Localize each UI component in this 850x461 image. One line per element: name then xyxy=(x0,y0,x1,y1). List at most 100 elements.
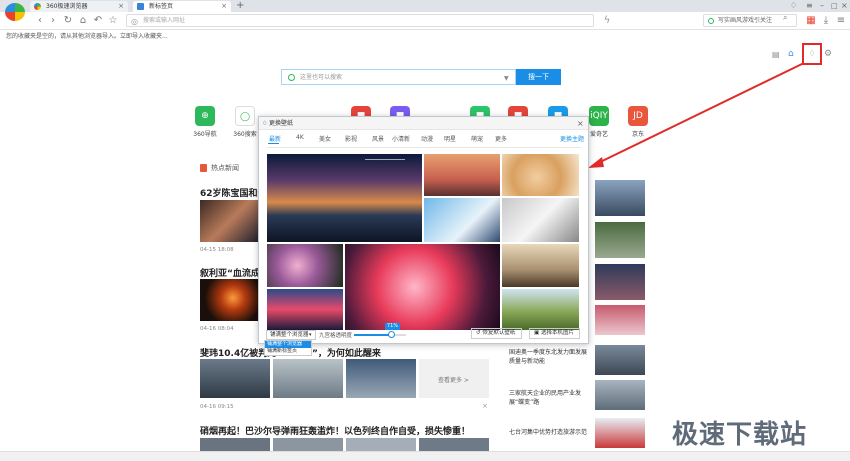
shortcut-icon[interactable]: ◯ xyxy=(235,106,255,126)
news-image[interactable] xyxy=(200,438,270,451)
dropdown-option[interactable]: 铺满整个浏览器 xyxy=(265,341,311,348)
news-image[interactable] xyxy=(200,200,260,242)
side-news-image[interactable] xyxy=(595,418,645,448)
wallpaper-category-tab[interactable]: 最新 xyxy=(269,134,281,143)
close-icon[interactable]: × xyxy=(577,117,584,130)
dropdown-option[interactable]: 铺满新标签页 xyxy=(265,348,311,355)
wallpaper-thumb-lotus[interactable] xyxy=(267,244,343,287)
news-title-tail[interactable]: ”，为何如此醒来 xyxy=(312,346,381,359)
grid-icon[interactable]: ▦ xyxy=(805,15,817,27)
back-icon[interactable]: ‹ xyxy=(34,15,46,27)
wallpaper-thumb-anime[interactable] xyxy=(345,244,500,330)
slider-handle[interactable] xyxy=(387,331,395,338)
wallpaper-thumb-fantasy[interactable] xyxy=(267,289,343,330)
slider-value-tooltip: 71% xyxy=(384,323,401,330)
toolbar-search-text: 写实画风游戏引关注 xyxy=(718,17,773,24)
shortcut-icon[interactable]: JD xyxy=(628,106,648,126)
wallpaper-category-tab[interactable]: 更多 xyxy=(495,134,507,143)
tab-new-tab[interactable]: 新标签页 × xyxy=(133,1,231,12)
undo-icon[interactable]: ↶ xyxy=(92,15,104,27)
wallpaper-thumb-city-night[interactable] xyxy=(267,154,422,242)
news-time: 04-16 08:04 xyxy=(200,326,234,332)
wallpaper-category-tab[interactable]: 明星 xyxy=(444,134,456,143)
favorites-bar[interactable]: 您的收藏夹是空的，请从其他浏览器导入。立即导入收藏夹... xyxy=(0,31,850,43)
transparency-label: 九宫格透明度 xyxy=(319,333,353,339)
menu-lines-icon[interactable]: ≡ xyxy=(835,15,847,27)
download-icon[interactable]: ⤓ xyxy=(820,15,832,27)
hot-news-title: 热点新闻 xyxy=(211,164,239,172)
change-theme-link[interactable]: 更换主题 xyxy=(560,134,584,143)
home-shortcut-icon[interactable]: ⌂ xyxy=(788,49,794,59)
minimize-icon[interactable]: – xyxy=(820,0,824,12)
wallpaper-thumb-cat[interactable] xyxy=(502,154,579,196)
address-placeholder: 搜索或输入网址 xyxy=(143,17,186,24)
wallpaper-thumb-woman-white[interactable] xyxy=(502,198,579,242)
wallpaper-thumb-pagoda[interactable] xyxy=(424,154,500,196)
menu-icon[interactable]: ≡ xyxy=(806,0,813,12)
wallpaper-category-tab[interactable]: 影视 xyxy=(345,134,357,143)
wallpaper-category-tab[interactable]: 萌宠 xyxy=(471,134,483,143)
slider-fill xyxy=(354,334,391,336)
home-icon[interactable]: ⌂ xyxy=(77,15,89,27)
fill-mode-dropdown: 铺满整个浏览器 铺满新标签页 xyxy=(264,340,312,356)
fill-mode-select[interactable]: 铺满整个浏览器 ▾ xyxy=(266,330,316,340)
close-icon[interactable]: × xyxy=(221,1,227,12)
wallpaper-category-tab[interactable]: 小清新 xyxy=(392,134,410,143)
maximize-icon[interactable]: □ xyxy=(831,0,838,12)
wallpaper-category-tab[interactable]: 动漫 xyxy=(421,134,433,143)
search-icon[interactable]: ⌕ xyxy=(783,13,787,23)
search-button[interactable]: 搜一下 xyxy=(516,69,561,85)
news-image[interactable] xyxy=(419,438,489,451)
shortcut-icon[interactable]: iQIY xyxy=(589,106,609,126)
side-news-image[interactable] xyxy=(595,264,645,300)
address-bar[interactable]: ◎ 搜索或输入网址 xyxy=(126,14,594,27)
wallpaper-thumb-field[interactable] xyxy=(502,289,579,330)
news-image[interactable] xyxy=(200,359,270,398)
close-icon[interactable]: × xyxy=(482,402,488,410)
restore-default-button[interactable]: ↺ 恢复默认壁纸 xyxy=(471,328,522,339)
side-news-image[interactable] xyxy=(595,180,645,216)
news-image[interactable] xyxy=(200,279,260,321)
image-icon: ▣ xyxy=(534,330,541,336)
news-image[interactable] xyxy=(346,359,416,398)
side-news-text[interactable]: 七台河集中优势打造旅游示范 xyxy=(509,428,589,437)
side-news-image[interactable] xyxy=(595,345,645,375)
star-icon[interactable]: ☆ xyxy=(107,15,119,27)
news-image[interactable] xyxy=(346,438,416,451)
reload-icon[interactable]: ↻ xyxy=(62,15,74,27)
browser-logo-icon[interactable] xyxy=(5,3,25,21)
status-bar xyxy=(0,451,850,461)
new-tab-plus-icon[interactable]: + xyxy=(236,0,244,12)
window-close-icon[interactable]: × xyxy=(841,0,848,12)
dialog-title: 更换壁纸 xyxy=(269,120,294,127)
settings-icon[interactable]: ⚙ xyxy=(824,49,832,59)
choose-local-image-button[interactable]: ▣ 选择本机图片 xyxy=(529,328,580,339)
tab-360-browser[interactable]: 360极速浏览器 × xyxy=(30,1,128,12)
wallpaper-thumb-woman-blue[interactable] xyxy=(424,198,500,242)
wallpaper-category-tab[interactable]: 风景 xyxy=(372,134,384,143)
news-image[interactable] xyxy=(273,359,343,398)
news-title[interactable]: 硝烟再起！巴沙尔导弹雨狂轰滥炸！以色列终自作自受，损失惨重！ xyxy=(200,424,470,437)
wallpaper-category-tab[interactable]: 美女 xyxy=(319,134,331,143)
close-icon[interactable]: × xyxy=(118,1,124,12)
side-news-image[interactable] xyxy=(595,305,645,335)
dropdown-arrow-icon[interactable]: ▼ xyxy=(504,71,509,86)
layout-icon[interactable]: ▤ xyxy=(772,50,780,59)
side-news-image[interactable] xyxy=(595,222,645,258)
side-news-text[interactable]: 三家航天企业的民用产业发展“蝶变”路 xyxy=(509,389,589,407)
shirt-icon[interactable]: ♢ xyxy=(790,0,797,12)
lightning-icon[interactable]: ϟ xyxy=(601,15,613,27)
shortcut-icon[interactable]: ⊕ xyxy=(195,106,215,126)
wallpaper-thumb-whale[interactable] xyxy=(502,244,579,287)
transparency-slider[interactable]: 71% xyxy=(354,323,406,338)
search-input[interactable]: 这里也可以搜索 ▼ xyxy=(281,69,516,85)
forward-icon[interactable]: › xyxy=(47,15,59,27)
shortcut-label: 360导航 xyxy=(193,131,217,138)
news-image[interactable] xyxy=(273,438,343,451)
wallpaper-category-tab[interactable]: 4K xyxy=(296,134,304,141)
view-more-link[interactable]: 查看更多 > xyxy=(438,375,469,384)
side-news-image[interactable] xyxy=(595,380,645,410)
side-news-text[interactable]: 国迪奥一季度东北发力面发展质量与新动能 xyxy=(509,348,589,366)
tab-bar: 360极速浏览器 × 新标签页 × + ♢ ≡ – □ × xyxy=(0,0,850,21)
red-arrow xyxy=(588,62,805,168)
